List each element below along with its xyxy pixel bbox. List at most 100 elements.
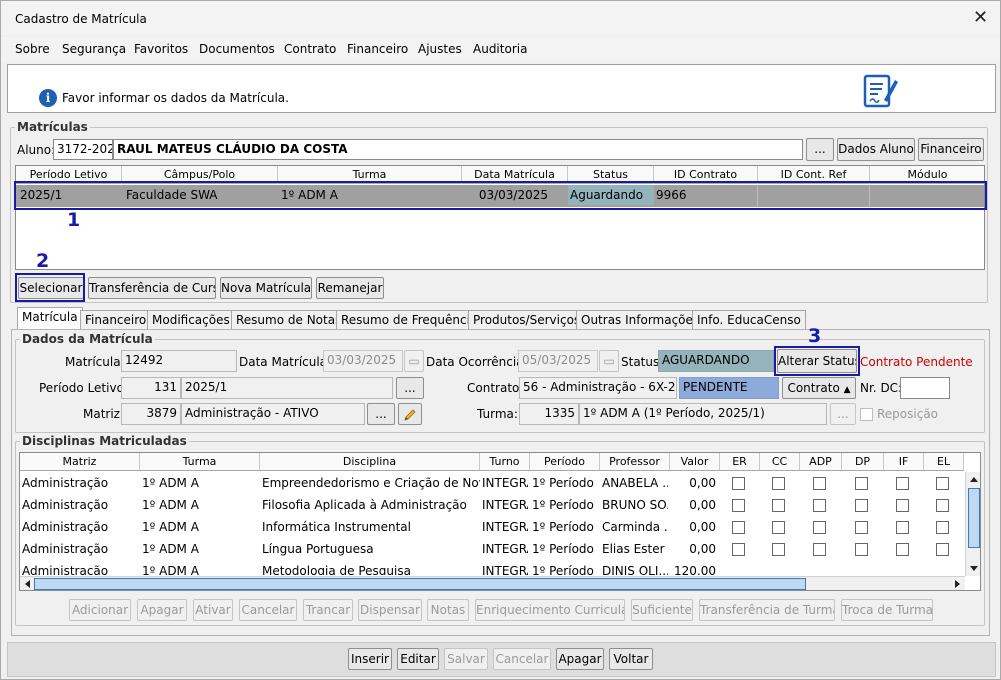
col-el[interactable]: EL [924, 453, 964, 471]
enriquecimento-curricular-button[interactable]: Enriquecimento Curricular [475, 599, 625, 621]
contrato-status-field[interactable]: PENDENTE [679, 377, 779, 399]
turma-code-field[interactable]: 1335 [519, 403, 579, 425]
periodo-code-field[interactable]: 131 [121, 377, 181, 399]
table-row[interactable]: Administração 1º ADM A Filosofia Aplicad… [20, 495, 965, 517]
adp-checkbox[interactable] [813, 499, 826, 512]
if-checkbox[interactable] [896, 477, 909, 490]
scroll-left-icon[interactable] [25, 580, 30, 588]
horizontal-scrollbar[interactable] [20, 576, 965, 590]
periodo-browse-button[interactable]: ... [396, 377, 424, 399]
aluno-name-field[interactable]: RAUL MATEUS CLÁUDIO DA COSTA [113, 139, 803, 160]
table-row[interactable]: Administração 1º ADM A Metodologia de Pe… [20, 561, 965, 575]
dp-checkbox[interactable] [855, 499, 868, 512]
scroll-thumb[interactable] [968, 488, 980, 548]
if-checkbox[interactable] [896, 543, 909, 556]
er-checkbox[interactable] [732, 521, 745, 534]
calendar-icon[interactable]: ▭ [599, 350, 619, 372]
menu-seguranca[interactable]: Segurança [62, 42, 126, 56]
suficiente-button[interactable]: Suficiente [631, 599, 693, 621]
turma-field[interactable]: 1º ADM A (1º Período, 2025/1) [579, 403, 827, 425]
transferencia-curso-button[interactable]: Transferência de Curso [88, 277, 216, 299]
col-periodo[interactable]: Período [530, 453, 600, 471]
matriz-code-field[interactable]: 3879 [121, 403, 181, 425]
turma-browse-button[interactable]: ... [830, 403, 856, 425]
voltar-button[interactable]: Voltar [609, 648, 653, 670]
col-professor[interactable]: Professor [600, 453, 670, 471]
menu-sobre[interactable]: Sobre [15, 42, 50, 56]
dados-aluno-button[interactable]: Dados Aluno [837, 138, 915, 161]
data-ocorrencia-field[interactable]: 05/03/2025 [518, 350, 598, 372]
matriz-field[interactable]: Administração - ATIVO [181, 403, 365, 425]
col-disciplina[interactable]: Disciplina [260, 453, 480, 471]
tab-info-educacenso[interactable]: Info. EducaCenso [692, 310, 806, 329]
scroll-right-icon[interactable] [955, 580, 960, 588]
tab-resumo-frequencia[interactable]: Resumo de Frequência [336, 310, 483, 329]
troca-turma-button[interactable]: Troca de Turma [841, 599, 933, 621]
scroll-down-icon[interactable] [970, 566, 978, 571]
adp-checkbox[interactable] [813, 543, 826, 556]
tab-outras-informacoes[interactable]: Outras Informações [576, 310, 705, 329]
if-checkbox[interactable] [896, 499, 909, 512]
dispensar-button[interactable]: Dispensar [358, 599, 422, 621]
menu-ajustes[interactable]: Ajustes [418, 42, 462, 56]
col-dp[interactable]: DP [842, 453, 884, 471]
er-checkbox[interactable] [732, 543, 745, 556]
matriz-browse-button[interactable]: ... [367, 403, 395, 425]
scroll-thumb[interactable] [34, 578, 806, 590]
aluno-code-field[interactable]: 3172-2024 [53, 139, 113, 160]
status-field[interactable]: AGUARDANDO [658, 350, 774, 372]
col-adp[interactable]: ADP [800, 453, 842, 471]
cc-checkbox[interactable] [772, 521, 785, 534]
trancar-button[interactable]: Trancar [303, 599, 353, 621]
el-checkbox[interactable] [936, 477, 949, 490]
menu-favoritos[interactable]: Favoritos [134, 42, 188, 56]
el-checkbox[interactable] [936, 499, 949, 512]
table-row[interactable]: Administração 1º ADM A Língua Portuguesa… [20, 539, 965, 561]
nr-dc-field[interactable] [900, 377, 950, 399]
cancelar-disciplina-button[interactable]: Cancelar [239, 599, 297, 621]
tab-modificacoes[interactable]: Modificações [147, 310, 235, 329]
financeiro-button[interactable]: Financeiro [918, 138, 984, 161]
close-icon[interactable]: ✕ [973, 7, 988, 28]
remanejar-button[interactable]: Remanejar [316, 277, 384, 299]
menu-documentos[interactable]: Documentos [199, 42, 275, 56]
dp-checkbox[interactable] [855, 543, 868, 556]
er-checkbox[interactable] [732, 499, 745, 512]
col-valor[interactable]: Valor [670, 453, 720, 471]
notas-button[interactable]: Notas [427, 599, 469, 621]
adicionar-button[interactable]: Adicionar [69, 599, 131, 621]
calendar-icon[interactable]: ▭ [404, 350, 424, 372]
if-checkbox[interactable] [896, 521, 909, 534]
nova-matricula-button[interactable]: Nova Matrícula [220, 277, 312, 299]
table-row[interactable]: Administração 1º ADM A Informática Instr… [20, 517, 965, 539]
reposicao-checkbox[interactable] [860, 408, 873, 421]
matricula-field[interactable]: 12492 [121, 350, 237, 372]
adp-checkbox[interactable] [813, 477, 826, 490]
cc-checkbox[interactable] [772, 477, 785, 490]
col-if[interactable]: IF [884, 453, 924, 471]
salvar-button[interactable]: Salvar [444, 648, 488, 670]
cancelar-button[interactable]: Cancelar [493, 648, 551, 670]
editar-button[interactable]: Editar [397, 648, 439, 670]
adp-checkbox[interactable] [813, 521, 826, 534]
er-checkbox[interactable] [732, 477, 745, 490]
col-matriz[interactable]: Matriz [20, 453, 140, 471]
tab-produtos-servicos[interactable]: Produtos/Serviços [468, 310, 586, 329]
contrato-dropdown-button[interactable]: Contrato ▲ [782, 377, 856, 399]
dp-checkbox[interactable] [855, 521, 868, 534]
tab-resumo-notas[interactable]: Resumo de Notas [231, 310, 347, 329]
cc-checkbox[interactable] [772, 499, 785, 512]
tab-financeiro[interactable]: Financeiro [80, 310, 152, 329]
contrato-field[interactable]: 56 - Administração - 6X-2025 [519, 377, 677, 399]
table-row[interactable]: Administração 1º ADM A Empreendedorismo … [20, 473, 965, 495]
pencil-icon[interactable] [398, 403, 422, 425]
cc-checkbox[interactable] [772, 543, 785, 556]
dp-checkbox[interactable] [855, 477, 868, 490]
tab-matricula[interactable]: Matrícula [17, 307, 83, 330]
inserir-button[interactable]: Inserir [348, 648, 392, 670]
menu-contrato[interactable]: Contrato [284, 42, 336, 56]
col-turno[interactable]: Turno [480, 453, 530, 471]
apagar-button[interactable]: Apagar [137, 599, 187, 621]
el-checkbox[interactable] [936, 543, 949, 556]
menu-auditoria[interactable]: Auditoria [473, 42, 527, 56]
